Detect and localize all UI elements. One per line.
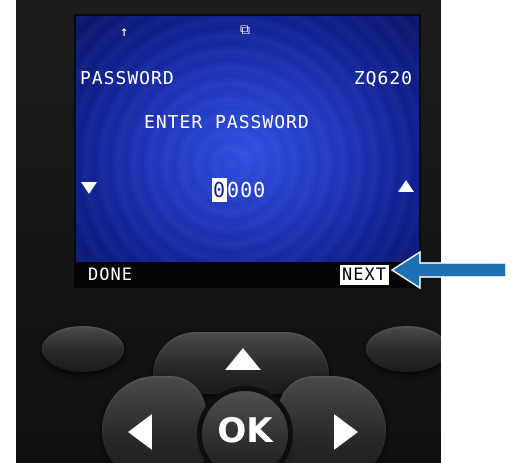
- softkey-bar: DONE NEXT: [74, 262, 421, 288]
- softkey-done-label: DONE: [88, 265, 133, 285]
- password-field[interactable]: 0000: [212, 178, 266, 202]
- lcd-screen: ↑ ⧉ PASSWORD ZQ620 ENTER PASSWORD 0000: [74, 14, 421, 265]
- password-prompt: ENTER PASSWORD: [144, 112, 310, 133]
- photo-stage: ↑ ⧉ PASSWORD ZQ620 ENTER PASSWORD 0000 D…: [0, 0, 513, 463]
- antenna-icon: ↑: [120, 24, 129, 40]
- printer-model: ZQ620: [353, 68, 413, 89]
- right-arrow-button[interactable]: [278, 376, 386, 463]
- link-icon: ⧉: [240, 22, 250, 38]
- password-cursor-digit: 0: [212, 178, 228, 202]
- softkey-next-label: NEXT: [340, 265, 389, 285]
- callout-arrow: [390, 250, 507, 290]
- ok-button[interactable]: OK: [202, 391, 288, 463]
- screen-glare: [76, 16, 419, 263]
- right-arrow-icon: [334, 414, 358, 450]
- right-softkey-button[interactable]: [366, 326, 441, 372]
- password-digits: 000: [227, 178, 267, 202]
- up-triangle-icon: [398, 180, 414, 192]
- left-arrow-icon: [128, 414, 152, 450]
- left-arrow-button[interactable]: [102, 376, 206, 463]
- printer-body: ↑ ⧉ PASSWORD ZQ620 ENTER PASSWORD 0000 D…: [16, 0, 441, 463]
- down-triangle-icon: [81, 182, 97, 194]
- ok-label: OK: [217, 411, 273, 451]
- left-softkey-button[interactable]: [42, 326, 124, 372]
- screen-title: PASSWORD: [80, 68, 175, 89]
- callout-arrow-shape: [390, 250, 507, 290]
- up-arrow-icon: [225, 348, 261, 370]
